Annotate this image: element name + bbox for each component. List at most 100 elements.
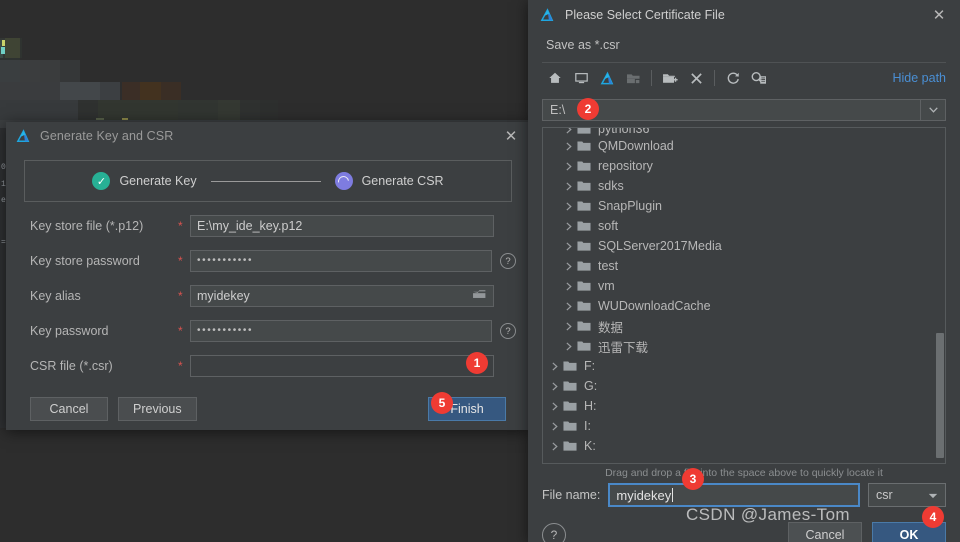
- chevron-right-icon[interactable]: [547, 438, 563, 454]
- chevron-right-icon[interactable]: [561, 338, 577, 354]
- step-generate-key[interactable]: ✓ Generate Key: [92, 172, 197, 190]
- chevron-right-icon[interactable]: [561, 318, 577, 334]
- key-alias-value: myidekey: [197, 289, 250, 303]
- chevron-right-icon[interactable]: [547, 358, 563, 374]
- toolbar-separator: [714, 70, 715, 86]
- tree-item[interactable]: SQLServer2017Media: [543, 236, 945, 256]
- tree-item[interactable]: 数据: [543, 316, 945, 336]
- extension-value: csr: [876, 488, 893, 502]
- annotation-badge-1: 1: [466, 352, 488, 374]
- tree-item[interactable]: SnapPlugin: [543, 196, 945, 216]
- watermark: CSDN @James-Tom: [686, 505, 850, 524]
- new-folder-icon[interactable]: [657, 67, 683, 89]
- required-marker: *: [178, 219, 183, 233]
- chevron-right-icon[interactable]: [561, 218, 577, 234]
- folder-icon: [563, 358, 579, 374]
- key-store-file-value: E:\my_ide_key.p12: [197, 219, 303, 233]
- chevron-right-icon[interactable]: [561, 128, 577, 136]
- tree-item[interactable]: python36: [543, 128, 945, 136]
- jetbrains-logo-icon: [16, 128, 31, 144]
- step-generate-key-label: Generate Key: [119, 174, 197, 188]
- tree-item[interactable]: soft: [543, 216, 945, 236]
- chevron-down-icon[interactable]: [928, 488, 938, 502]
- chevron-right-icon[interactable]: [561, 278, 577, 294]
- key-password-value: •••••••••••: [197, 325, 254, 336]
- tree-scrollbar-thumb[interactable]: [936, 333, 944, 458]
- key-alias-input[interactable]: myidekey: [190, 285, 494, 307]
- previous-button[interactable]: Previous: [118, 397, 197, 421]
- chevron-right-icon[interactable]: [561, 238, 577, 254]
- tree-item[interactable]: repository: [543, 156, 945, 176]
- key-store-password-input[interactable]: •••••••••••: [190, 250, 492, 272]
- directory-tree[interactable]: python36 QMDownload repository sdks SnapPlug…: [542, 127, 946, 464]
- key-store-file-input[interactable]: E:\my_ide_key.p12: [190, 215, 494, 237]
- show-hidden-icon[interactable]: [746, 67, 772, 89]
- folder-icon: [577, 218, 593, 234]
- tree-item[interactable]: QMDownload: [543, 136, 945, 156]
- required-marker: *: [178, 254, 183, 268]
- chevron-right-icon[interactable]: [547, 418, 563, 434]
- key-password-input[interactable]: •••••••••••: [190, 320, 492, 342]
- tree-item[interactable]: K:: [543, 436, 945, 456]
- cancel-button[interactable]: Cancel: [788, 522, 862, 542]
- required-marker: *: [178, 359, 183, 373]
- cancel-button[interactable]: Cancel: [30, 397, 108, 421]
- key-store-password-value: •••••••••••: [197, 255, 254, 266]
- chevron-down-icon[interactable]: [920, 100, 945, 120]
- file-name-input[interactable]: myidekey: [608, 483, 860, 507]
- folder-icon: [577, 338, 593, 354]
- help-icon[interactable]: ?: [500, 323, 516, 339]
- tree-item[interactable]: WUDownloadCache: [543, 296, 945, 316]
- hide-path-link[interactable]: Hide path: [892, 71, 946, 85]
- chevron-right-icon[interactable]: [561, 138, 577, 154]
- home-icon[interactable]: [542, 67, 568, 89]
- chevron-right-icon[interactable]: [547, 398, 563, 414]
- chevron-right-icon[interactable]: [561, 158, 577, 174]
- refresh-icon[interactable]: [720, 67, 746, 89]
- close-icon[interactable]: ✕: [930, 6, 948, 24]
- path-combobox[interactable]: E:\: [542, 99, 946, 121]
- generate-dialog-titlebar: Generate Key and CSR ✕: [6, 122, 530, 150]
- save-as-subtitle: Save as *.csr: [546, 38, 620, 52]
- delete-icon[interactable]: [683, 67, 709, 89]
- file-dialog-title: Please Select Certificate File: [565, 8, 725, 22]
- tree-item[interactable]: I:: [543, 416, 945, 436]
- module-icon[interactable]: [620, 67, 646, 89]
- folder-icon: [563, 398, 579, 414]
- folder-icon: [577, 178, 593, 194]
- close-icon[interactable]: ✕: [502, 127, 520, 145]
- desktop-icon[interactable]: [568, 67, 594, 89]
- folder-icon: [563, 418, 579, 434]
- tree-item[interactable]: G:: [543, 376, 945, 396]
- generate-key-csr-dialog: Generate Key and CSR ✕ ✓ Generate Key Ge…: [6, 122, 530, 430]
- help-icon[interactable]: ?: [542, 523, 566, 542]
- field-row-csr-file: CSR file (*.csr) *: [20, 355, 516, 377]
- project-icon[interactable]: [594, 67, 620, 89]
- tree-item[interactable]: test: [543, 256, 945, 276]
- folder-icon: [577, 258, 593, 274]
- label-key-password: Key password: [30, 324, 109, 338]
- check-icon: ✓: [92, 172, 111, 190]
- required-marker: *: [178, 324, 183, 338]
- browse-folder-icon[interactable]: [472, 286, 487, 306]
- tree-item[interactable]: 迅雷下载: [543, 336, 945, 356]
- tree-item-label: repository: [598, 159, 653, 173]
- step-generate-csr[interactable]: Generate CSR: [334, 172, 444, 190]
- chevron-right-icon[interactable]: [561, 298, 577, 314]
- tree-item-label: QMDownload: [598, 139, 674, 153]
- csr-file-input[interactable]: [190, 355, 494, 377]
- help-icon[interactable]: ?: [500, 253, 516, 269]
- tree-item[interactable]: F:: [543, 356, 945, 376]
- progress-ring-icon: [334, 172, 353, 190]
- text-caret: [672, 488, 674, 502]
- chevron-right-icon[interactable]: [561, 258, 577, 274]
- chevron-right-icon[interactable]: [561, 198, 577, 214]
- chevron-right-icon[interactable]: [547, 378, 563, 394]
- step-generate-csr-label: Generate CSR: [361, 174, 444, 188]
- extension-select[interactable]: csr: [868, 483, 946, 507]
- tree-item[interactable]: vm: [543, 276, 945, 296]
- tree-item[interactable]: H:: [543, 396, 945, 416]
- annotation-badge-2: 2: [577, 98, 599, 120]
- tree-item[interactable]: sdks: [543, 176, 945, 196]
- chevron-right-icon[interactable]: [561, 178, 577, 194]
